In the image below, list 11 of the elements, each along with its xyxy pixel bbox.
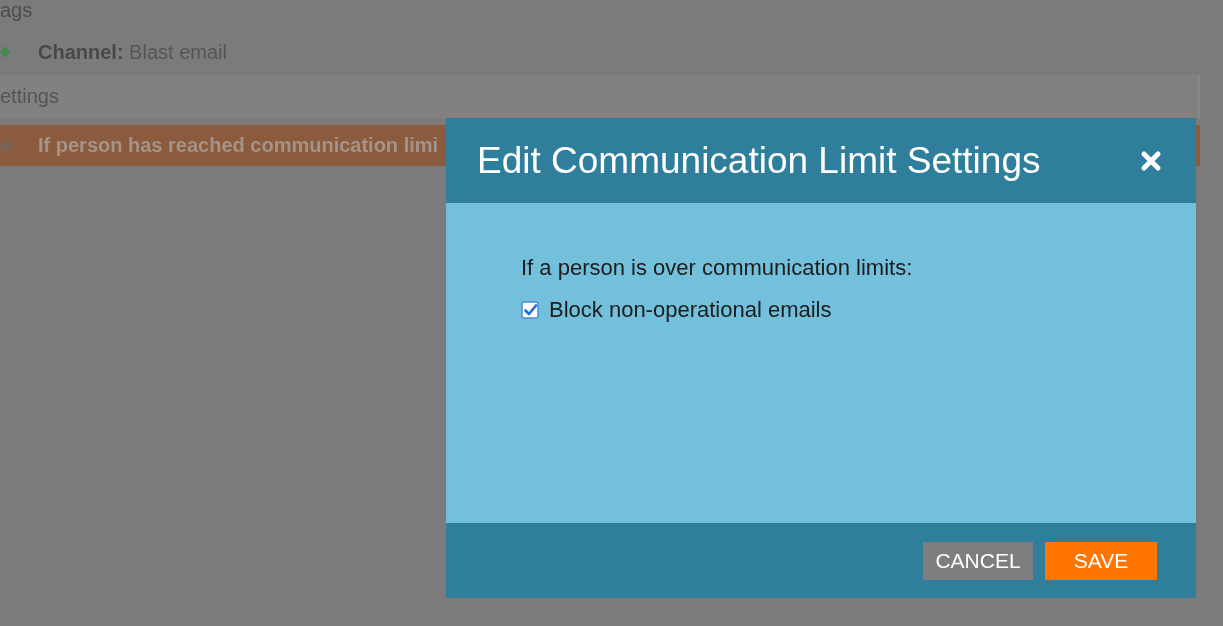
rule-text: If person has reached communication limi <box>38 134 439 157</box>
prompt-text: If a person is over communication limits: <box>521 254 913 282</box>
cancel-button[interactable]: CANCEL <box>923 541 1033 580</box>
close-icon <box>1140 149 1162 172</box>
checkbox[interactable] <box>521 301 539 319</box>
close-button[interactable] <box>1140 149 1162 172</box>
ring-icon <box>0 138 12 153</box>
dialog-title: Edit Communication Limit Settings <box>477 139 1041 182</box>
checkbox-label[interactable]: Block non-operational emails <box>549 296 832 324</box>
diamond-icon <box>0 45 10 59</box>
save-button[interactable]: SAVE <box>1045 541 1157 580</box>
